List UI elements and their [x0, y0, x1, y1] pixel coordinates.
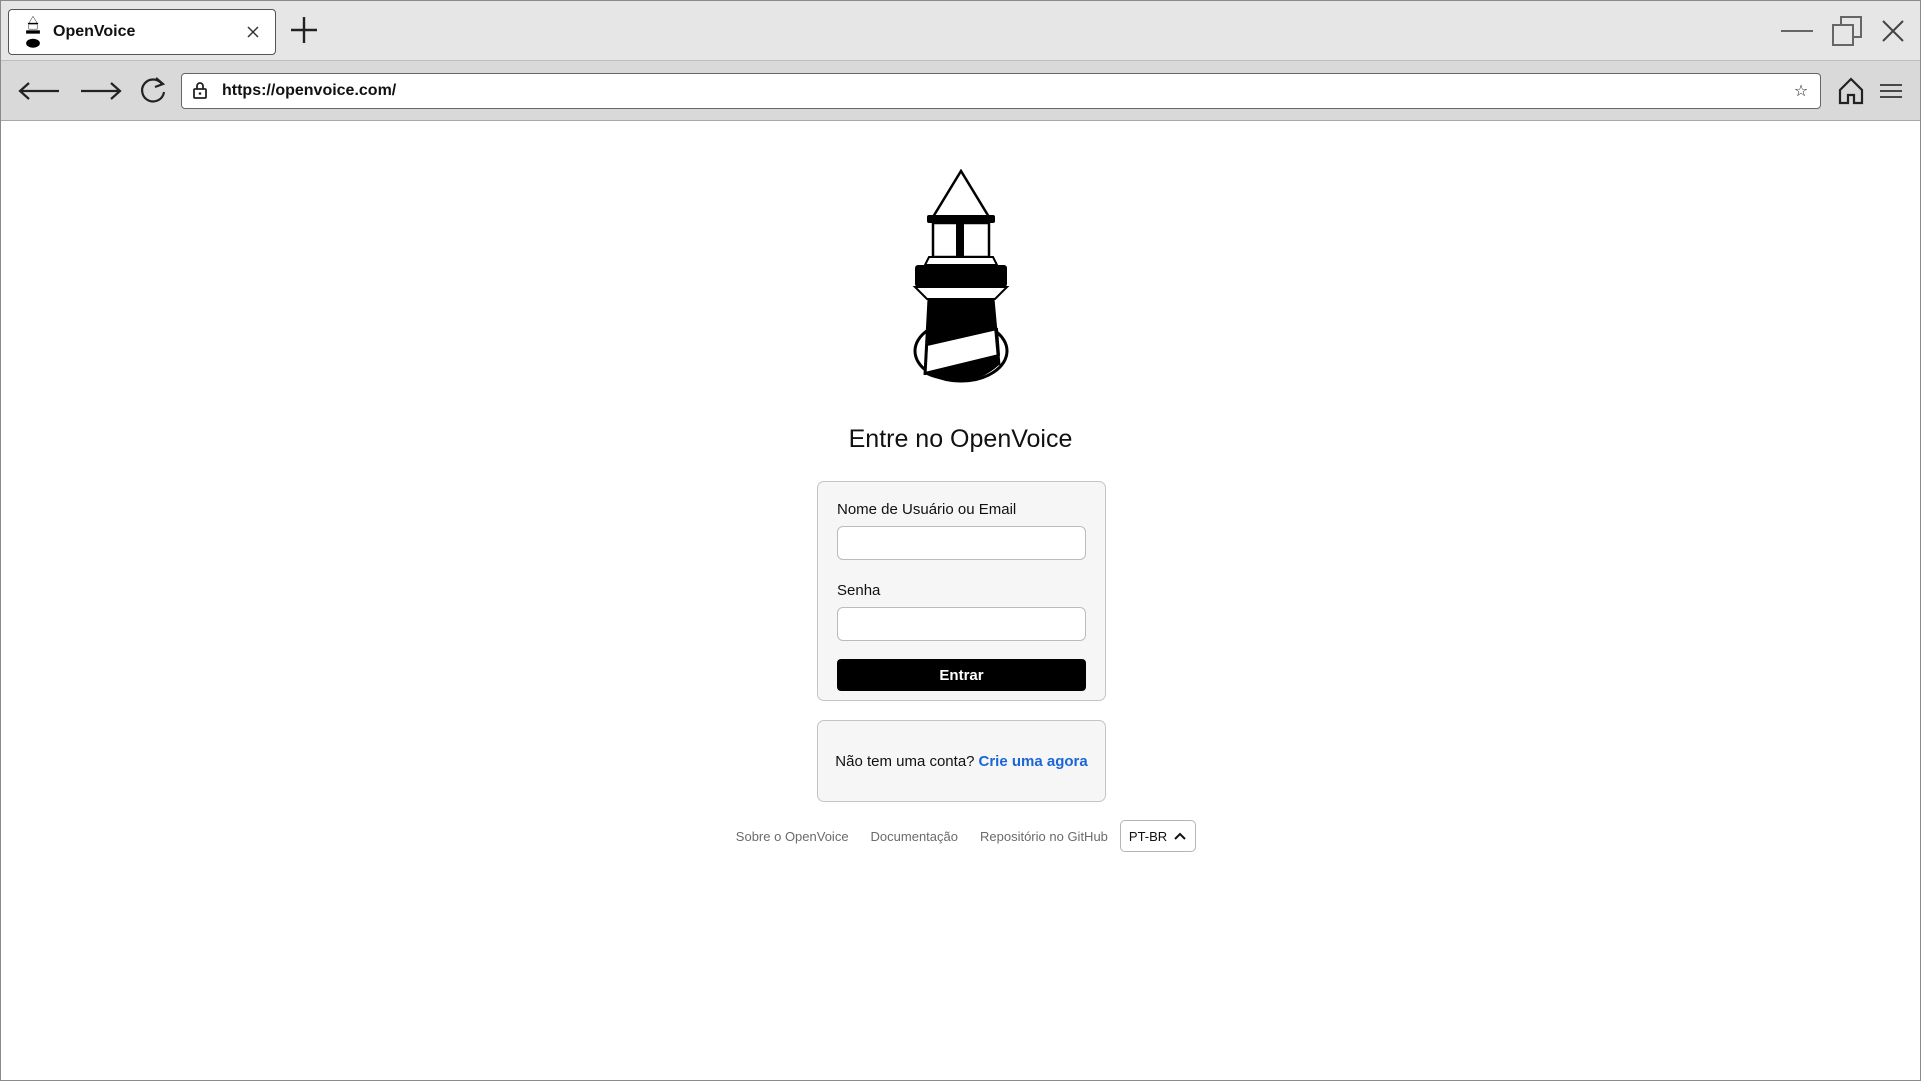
tab-title: OpenVoice: [53, 23, 136, 40]
lighthouse-icon: [912, 169, 1010, 383]
browser-window: OpenVoice https://openvoice.com/ ☆ Entre…: [0, 0, 1921, 1081]
close-window-icon[interactable]: [1875, 13, 1911, 49]
chevron-up-icon: [1174, 832, 1186, 840]
footer-link-about[interactable]: Sobre o OpenVoice: [736, 829, 849, 844]
plus-icon[interactable]: [289, 15, 319, 45]
footer-link-docs[interactable]: Documentação: [871, 829, 958, 844]
username-input[interactable]: [837, 526, 1086, 560]
home-icon[interactable]: [1829, 73, 1873, 109]
browser-toolbar: ☆: [1, 61, 1920, 121]
login-form: Nome de Usuário ou Email Senha Entrar: [817, 481, 1106, 701]
tab-strip: OpenVoice: [1, 1, 1920, 61]
restore-icon[interactable]: [1829, 13, 1865, 49]
username-label: Nome de Usuário ou Email: [837, 501, 1017, 518]
close-icon[interactable]: [243, 22, 263, 42]
reload-icon[interactable]: [131, 73, 175, 109]
arrow-left-icon[interactable]: [17, 73, 61, 109]
url-input[interactable]: [222, 82, 1792, 100]
lock-icon: [192, 81, 210, 101]
star-icon[interactable]: ☆: [1792, 82, 1810, 100]
lighthouse-icon: [26, 16, 40, 48]
footer: Sobre o OpenVoice Documentação Repositór…: [1, 820, 1920, 852]
tab-openvoice[interactable]: OpenVoice: [8, 9, 276, 55]
footer-link-github[interactable]: Repositório no GitHub: [980, 829, 1108, 844]
arrow-right-icon[interactable]: [79, 73, 123, 109]
signup-prompt: Não tem uma conta?: [835, 752, 975, 770]
signup-box: Não tem uma conta? Crie uma agora: [817, 720, 1106, 802]
hamburger-menu-icon[interactable]: [1869, 73, 1913, 109]
signup-link[interactable]: Crie uma agora: [979, 753, 1088, 770]
page-title: Entre no OpenVoice: [848, 425, 1073, 453]
language-selector[interactable]: PT-BR: [1119, 820, 1197, 852]
password-label: Senha: [837, 582, 881, 599]
minimize-icon[interactable]: [1779, 13, 1815, 49]
login-button[interactable]: Entrar: [837, 659, 1086, 691]
page-content: Entre no OpenVoice Nome de Usuário ou Em…: [1, 121, 1920, 1080]
language-value: PT-BR: [1128, 828, 1168, 844]
address-bar[interactable]: ☆: [181, 73, 1821, 109]
password-input[interactable]: [837, 607, 1086, 641]
